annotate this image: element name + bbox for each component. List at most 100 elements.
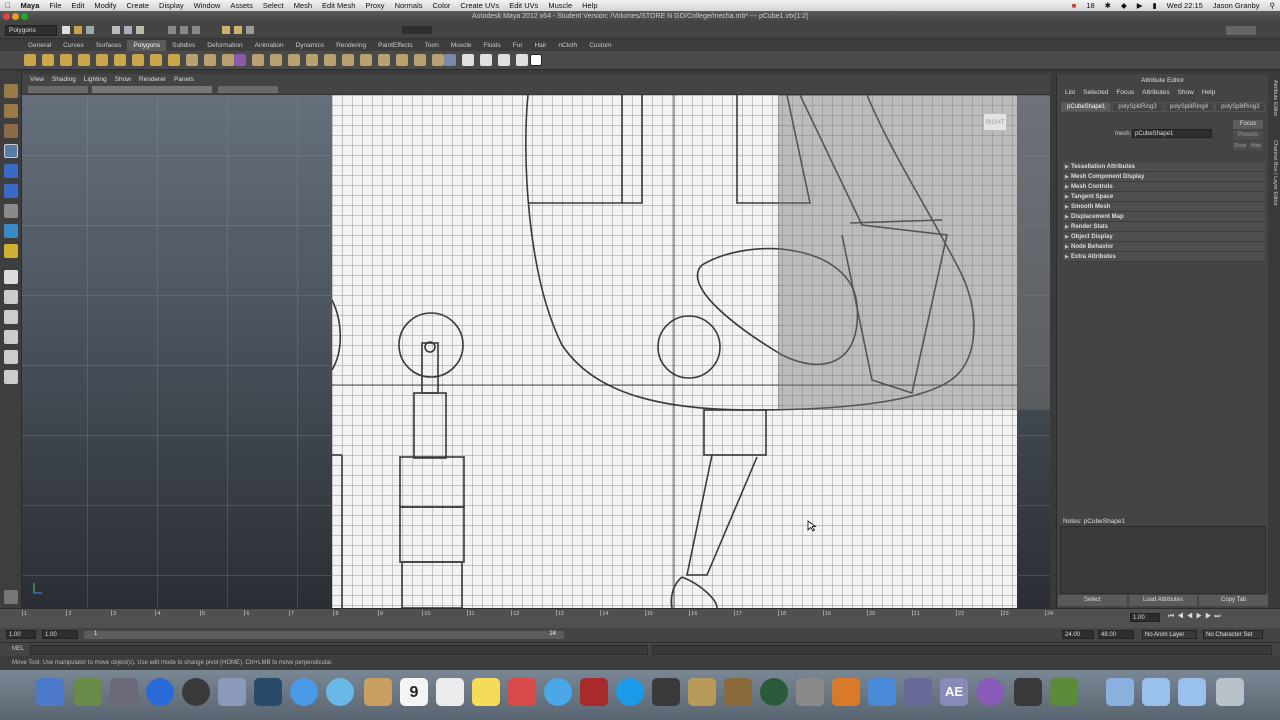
presets-button[interactable]: Presets: [1233, 131, 1263, 140]
section-mesh-component-display[interactable]: ▶ Mesh Component Display: [1063, 172, 1265, 182]
ae-menu-selected[interactable]: Selected: [1079, 89, 1112, 96]
apple-icon[interactable]: : [0, 1, 16, 10]
display-toggle-icons[interactable]: [92, 86, 212, 93]
lasso-tool-icon[interactable]: [4, 104, 18, 118]
selected-cube-face[interactable]: [778, 95, 1050, 410]
menu-create-uvs[interactable]: Create UVs: [455, 1, 504, 10]
script-editor-icon[interactable]: [904, 678, 932, 706]
menu-proxy[interactable]: Proxy: [360, 1, 389, 10]
merge-icon[interactable]: [432, 54, 444, 66]
command-language-label[interactable]: MEL: [12, 646, 24, 652]
toolbox-settings-icon[interactable]: [4, 590, 18, 604]
imovie-icon[interactable]: [652, 678, 680, 706]
input-field[interactable]: [402, 26, 432, 34]
menu-edit-uvs[interactable]: Edit UVs: [504, 1, 543, 10]
select-component-icon[interactable]: [136, 26, 144, 34]
ae-menu-focus[interactable]: Focus: [1112, 89, 1138, 96]
play-forward-icon[interactable]: ▶: [1196, 613, 1205, 620]
checker-icon[interactable]: [530, 54, 542, 66]
ae-menu-attributes[interactable]: Attributes: [1138, 89, 1173, 96]
current-frame-field[interactable]: 1.00: [1130, 613, 1160, 622]
battery-icon[interactable]: ▮: [1148, 1, 1162, 10]
menu-color[interactable]: Color: [427, 1, 455, 10]
anim-layer-dropdown[interactable]: No Anim Layer: [1142, 630, 1197, 639]
shelf-tab-animation[interactable]: Animation: [249, 40, 290, 51]
focus-button[interactable]: Focus: [1233, 120, 1263, 129]
finder-icon[interactable]: [36, 678, 64, 706]
move-tool-icon[interactable]: [4, 144, 18, 158]
shelf-tab-fur[interactable]: Fur: [507, 40, 529, 51]
shelf-tab-toon[interactable]: Toon: [419, 40, 445, 51]
character-set-dropdown[interactable]: No Character Set: [1203, 630, 1263, 639]
photo-booth-icon[interactable]: [580, 678, 608, 706]
spotlight-icon[interactable]: ⚲: [1265, 1, 1280, 10]
poly-cone-icon[interactable]: [78, 54, 90, 66]
bevel-icon[interactable]: [414, 54, 426, 66]
iphoto-icon[interactable]: [688, 678, 716, 706]
calendar-icon[interactable]: 9: [400, 678, 428, 706]
auto-mapping-icon[interactable]: [498, 54, 510, 66]
menu-create[interactable]: Create: [122, 1, 155, 10]
close-window-button[interactable]: [3, 13, 10, 20]
layout-graph-icon[interactable]: [4, 350, 18, 364]
shelf-tab-curves[interactable]: Curves: [57, 40, 90, 51]
poly-pipe-icon[interactable]: [168, 54, 180, 66]
safari-icon[interactable]: [290, 678, 318, 706]
preview-icon[interactable]: [218, 678, 246, 706]
downloads-folder-icon[interactable]: [1178, 678, 1206, 706]
planar-mapping-icon[interactable]: [444, 54, 456, 66]
show-manipulator-icon[interactable]: [4, 244, 18, 258]
step-back-icon[interactable]: ◀: [1177, 613, 1186, 620]
extrude-icon[interactable]: [288, 54, 300, 66]
time-machine-icon[interactable]: [760, 678, 788, 706]
layout-outliner-icon[interactable]: [4, 330, 18, 344]
shelf-tab-dynamics[interactable]: Dynamics: [290, 40, 331, 51]
mesh-name-field[interactable]: pCubeShape1: [1132, 129, 1212, 138]
panel-menu-shading[interactable]: Shading: [48, 76, 80, 83]
panel-menu-show[interactable]: Show: [111, 76, 135, 83]
trash-icon[interactable]: [1216, 678, 1244, 706]
clock[interactable]: Wed 22:15: [1162, 1, 1208, 10]
shelf-tab-fluids[interactable]: Fluids: [477, 40, 506, 51]
offset-edge-loop-icon[interactable]: [396, 54, 408, 66]
viewport[interactable]: RIGHT: [22, 95, 1050, 608]
time-slider[interactable]: [0, 608, 1280, 628]
notes-textarea[interactable]: [1060, 526, 1266, 594]
skype-icon[interactable]: [616, 678, 644, 706]
menu-help[interactable]: Help: [577, 1, 602, 10]
ae-menu-help[interactable]: Help: [1198, 89, 1219, 96]
shading-toggle-icons[interactable]: [218, 86, 278, 93]
menu-edit-mesh[interactable]: Edit Mesh: [317, 1, 360, 10]
documents-folder-icon[interactable]: [1142, 678, 1170, 706]
copy-tab-button[interactable]: Copy Tab: [1199, 595, 1269, 606]
poly-torus-icon[interactable]: [114, 54, 126, 66]
rotate-tool-icon[interactable]: [4, 164, 18, 178]
ae-tab-polysplitring3b[interactable]: polySplitRing3: [1215, 102, 1266, 112]
poly-prism-icon[interactable]: [132, 54, 144, 66]
select-button[interactable]: Select: [1058, 595, 1127, 606]
wifi-icon[interactable]: ◆: [1116, 1, 1132, 10]
smooth-icon[interactable]: [234, 54, 246, 66]
split-polygon-icon[interactable]: [360, 54, 372, 66]
camera-tools-icons[interactable]: [28, 86, 88, 93]
side-tab-channel-box[interactable]: Channel Box / Layer Editor: [1270, 140, 1278, 206]
load-attributes-button[interactable]: Load Attributes: [1128, 595, 1198, 606]
shelf-tab-polygons[interactable]: Polygons: [127, 40, 167, 51]
bridge-icon[interactable]: [306, 54, 318, 66]
panel-menu-view[interactable]: View: [26, 76, 48, 83]
show-button[interactable]: Show: [1233, 142, 1247, 150]
user-name[interactable]: Jason Granby: [1208, 1, 1265, 10]
section-render-stats[interactable]: ▶ Render Stats: [1063, 222, 1265, 232]
panel-menu-renderer[interactable]: Renderer: [135, 76, 170, 83]
bluetooth-icon[interactable]: ✱: [1100, 1, 1116, 10]
append-polygon-icon[interactable]: [324, 54, 336, 66]
section-tessellation[interactable]: ▶ Tessellation Attributes: [1063, 162, 1265, 172]
render-icon[interactable]: [222, 26, 230, 34]
menu-window[interactable]: Window: [189, 1, 226, 10]
shelf-tab-ncloth[interactable]: nCloth: [552, 40, 583, 51]
scale-tool-icon[interactable]: [4, 184, 18, 198]
section-object-display[interactable]: ▶ Object Display: [1063, 232, 1265, 242]
shelf-tab-muscle[interactable]: Muscle: [445, 40, 478, 51]
select-hierarchy-icon[interactable]: [112, 26, 120, 34]
maya-app-icon[interactable]: [832, 678, 860, 706]
